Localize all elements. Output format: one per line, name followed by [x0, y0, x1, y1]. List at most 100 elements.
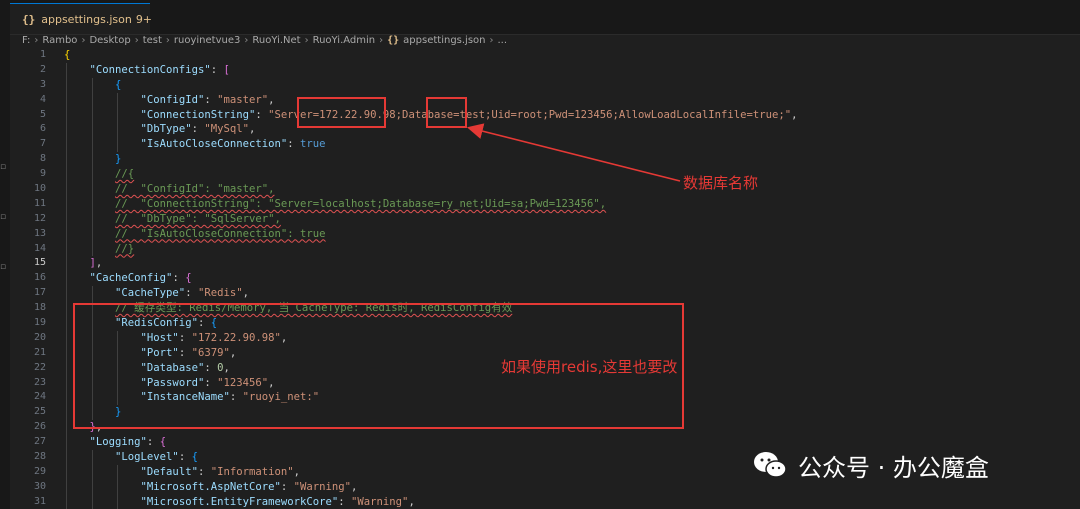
- breadcrumb-item[interactable]: RuoYi.Net: [252, 35, 300, 46]
- line-number: 2: [39, 63, 46, 75]
- indent-guide: [91, 122, 93, 138]
- chevron-right-icon: ›: [134, 34, 139, 46]
- indent-guide: [117, 92, 119, 108]
- code-token: "Logging": [89, 436, 147, 449]
- indent-guide: [117, 137, 119, 153]
- line-number: 4: [39, 93, 46, 105]
- line-number: 15: [33, 257, 46, 269]
- indent-guide: [66, 92, 67, 108]
- code-token: :: [172, 272, 186, 285]
- indent-guide: [91, 494, 93, 509]
- indent-guide: [66, 494, 67, 509]
- watermark: 公众号 · 办公魔盒: [752, 445, 989, 485]
- code-token: :: [197, 465, 211, 478]
- indent-guide: [66, 182, 67, 197]
- line-number: 14: [33, 242, 46, 254]
- code-token: "CacheType": [115, 287, 186, 300]
- code-token: ,: [408, 495, 415, 508]
- breadcrumb-tail[interactable]: ...: [498, 35, 508, 46]
- code-line: "CacheType": "Redis",: [64, 286, 1074, 302]
- test-icon[interactable]: ▫: [0, 210, 8, 224]
- breadcrumb-item[interactable]: test: [143, 35, 162, 46]
- line-number: 20: [33, 331, 46, 343]
- chevron-right-icon: ›: [379, 34, 384, 46]
- indent-guide: [66, 286, 67, 302]
- indent-guide: [117, 107, 119, 123]
- indent-guide: [66, 479, 67, 495]
- remote-icon[interactable]: ▫: [0, 260, 8, 274]
- code-token: ,: [268, 93, 275, 106]
- database-highlight-box: [426, 97, 467, 128]
- breadcrumb-item[interactable]: RuoYi.Admin: [313, 35, 376, 46]
- indent-guide: [91, 226, 93, 242]
- code-token: :: [185, 287, 198, 300]
- indent-guide: [66, 390, 67, 406]
- code-token: ,: [249, 123, 256, 136]
- code-token: {: [64, 49, 71, 61]
- tab-bar: {} appsettings.json 9+: [0, 0, 1080, 35]
- line-number: 11: [33, 197, 46, 209]
- code-token: "Redis": [197, 287, 243, 300]
- code-token: // "ConnectionString": "Server=localhost…: [115, 197, 607, 210]
- problems-badge: 9+: [135, 12, 153, 26]
- json-file-icon: {}: [22, 12, 36, 26]
- indent-guide: [91, 92, 93, 108]
- extension-icon[interactable]: ▫: [0, 160, 8, 174]
- breadcrumb-item[interactable]: F:: [22, 35, 30, 46]
- line-number: 31: [33, 495, 46, 507]
- tab-appsettings-json[interactable]: {} appsettings.json 9+: [10, 3, 153, 34]
- code-line: "DbType": "MySql",: [64, 122, 1074, 138]
- indent-guide: [66, 345, 67, 361]
- code-token: "Microsoft.EntityFrameworkCore": [140, 495, 339, 508]
- indent-guide: [66, 360, 67, 376]
- line-number: 6: [39, 123, 46, 135]
- line-number: 9: [39, 168, 46, 180]
- chevron-right-icon: ›: [165, 34, 170, 46]
- code-token: "master": [217, 93, 269, 106]
- chevron-right-icon: ›: [244, 34, 249, 46]
- breadcrumb-item[interactable]: Rambo: [42, 35, 77, 46]
- code-token: :: [255, 108, 269, 121]
- code-area[interactable]: { "ConnectionConfigs": [ { "ConfigId": "…: [64, 48, 1074, 509]
- code-token: ,: [242, 287, 250, 300]
- breadcrumb-item[interactable]: Desktop: [89, 35, 130, 46]
- code-token: [: [223, 63, 230, 76]
- breadcrumb-item[interactable]: ruoyinetvue3: [174, 35, 240, 46]
- chevron-right-icon: ›: [81, 34, 86, 46]
- indent-guide: [117, 494, 119, 509]
- wechat-icon: [754, 452, 787, 478]
- code-line: "ConnectionString": "Server=172.22.90.98…: [64, 107, 1074, 123]
- code-token: :: [280, 480, 294, 493]
- indent-guide: [91, 167, 93, 183]
- code-token: :: [178, 451, 192, 464]
- indent-guide: [66, 107, 67, 123]
- code-token: :: [191, 123, 205, 136]
- line-number: 26: [33, 421, 46, 433]
- code-token: ,: [791, 108, 798, 121]
- code-editor[interactable]: 1 2 3 4 5 6 7 8 9 10 11 12 13 14 15 16 17 18 19 20 21 22 23 24 2…: [10, 48, 1080, 509]
- indent-guide: [91, 137, 93, 153]
- line-number: 8: [39, 153, 46, 165]
- chevron-right-icon: ›: [489, 34, 494, 46]
- indent-guide: [66, 301, 67, 317]
- indent-guide: [66, 450, 67, 465]
- code-token: ,: [351, 480, 358, 493]
- indent-guide: [66, 226, 67, 242]
- indent-guide: [117, 122, 119, 138]
- indent-guide: [66, 77, 67, 93]
- indent-guide: [91, 196, 93, 212]
- redis-annotation: 如果使用redis,这里也要改: [501, 358, 678, 376]
- code-token: "ConfigId": [140, 93, 205, 106]
- indent-guide: [66, 405, 67, 421]
- breadcrumb-file[interactable]: appsettings.json: [403, 35, 485, 46]
- json-file-icon: {}: [387, 34, 400, 46]
- line-number: 24: [33, 391, 46, 403]
- indent-guide: [91, 107, 93, 123]
